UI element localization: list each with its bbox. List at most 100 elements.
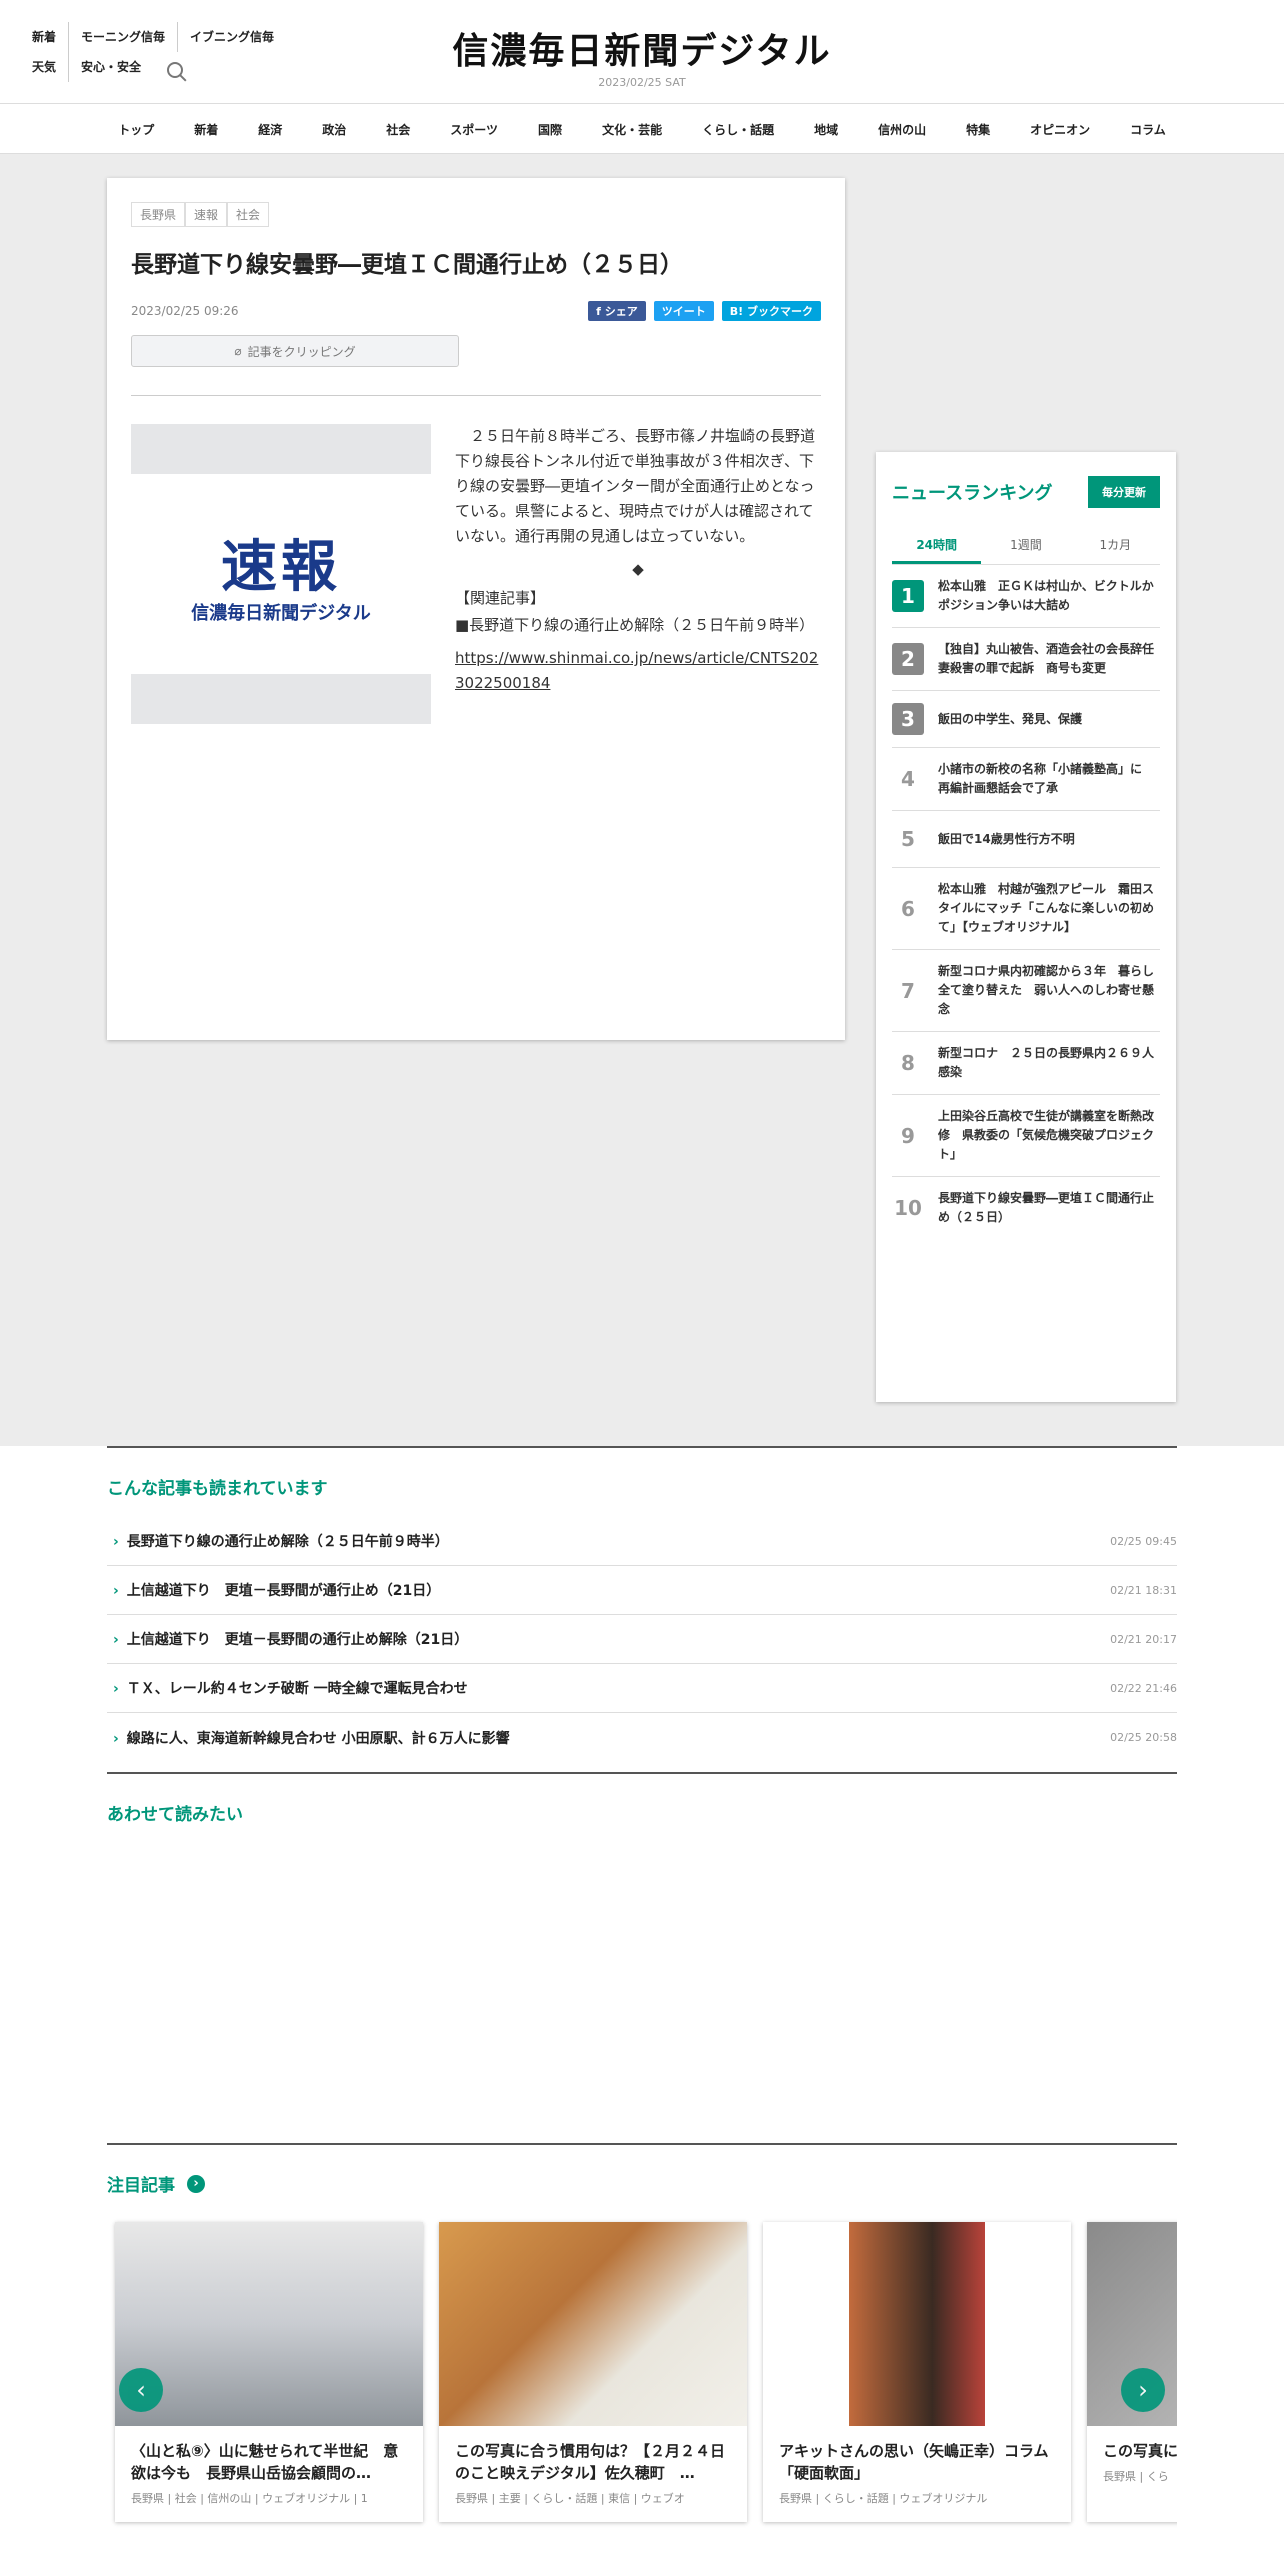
- carousel-prev-button[interactable]: ‹: [119, 2368, 163, 2412]
- chevron-right-icon[interactable]: ›: [187, 2174, 205, 2193]
- article: 長野県 速報 社会 長野道下り線安曇野―更埴ＩＣ間通行止め（２５日） 2023/…: [107, 178, 845, 1040]
- rank-number: 6: [901, 896, 915, 921]
- card-meta: 長野県 | くらし・話題 | ウェブオリジナル: [779, 2492, 988, 2505]
- article-date: 2023/02/25 09:26: [131, 304, 239, 318]
- article-meta: 2023/02/25 09:26 f シェア ツイート B! ブックマーク: [131, 301, 821, 321]
- rank-number: 4: [901, 767, 915, 791]
- rank-number: 10: [894, 1196, 922, 1220]
- article-text: ２５日午前８時半ごろ、長野市篠ノ井塩崎の長野道下り線長谷トンネル付近で単独事故が…: [455, 424, 821, 724]
- tag-breaking[interactable]: 速報: [185, 202, 228, 227]
- related-link[interactable]: https://www.shinmai.co.jp/news/article/C…: [455, 646, 821, 696]
- list-item[interactable]: 線路に人、東海道新幹線見合わせ 小田原駅、計６万人に影響 02/25 20:58: [107, 1713, 1177, 1762]
- tag-nagano[interactable]: 長野県: [131, 202, 186, 227]
- nav-opinion[interactable]: オピニオン: [1010, 121, 1110, 138]
- tab-1month[interactable]: 1カ月: [1071, 528, 1160, 564]
- tweet-button[interactable]: ツイート: [653, 301, 714, 321]
- rank-title: 新型コロナ県内初確認から３年 暮らし全て塗り替えた 弱い人へのしわ寄せ懸念: [938, 964, 1155, 1016]
- nav-top[interactable]: トップ: [98, 121, 174, 138]
- ranking-item[interactable]: 6 松本山雅 村越が強烈アピール 霜田スタイルにマッチ「こんなに楽しいの初めて」【…: [892, 868, 1160, 950]
- ranking-item[interactable]: 1 松本山雅 正ＧＫは村山か、ビクトルか ポジション争いは大詰め: [892, 565, 1166, 628]
- ranking-item[interactable]: 9 上田染谷丘高校で生徒が講義室を断熱改修 県教委の「気候危機突破プロジェクト」: [892, 1095, 1160, 1177]
- facebook-share-button[interactable]: f シェア: [588, 301, 646, 321]
- clipping-button[interactable]: ⌀ 記事をクリッピング: [131, 335, 459, 367]
- item-title: 長野道下り線の通行止め解除（２５日午前９時半）: [107, 1531, 449, 1551]
- main-nav: トップ 新着 経済 政治 社会 スポーツ 国際 文化・芸能 くらし・話題 地域 …: [0, 104, 1284, 154]
- site-logo[interactable]: 信濃毎日新聞デジタル 2023/02/25 SAT: [0, 22, 1284, 89]
- nav-features[interactable]: 特集: [946, 121, 1010, 138]
- featured-card[interactable]: アキットさんの思い（矢嶋正幸）コラム「硬面軟面」 長野県 | くらし・話題 | …: [763, 2222, 1071, 2522]
- news-ranking: ニュースランキング 毎分更新 24時間 1週間 1カ月 1 松本山雅 正ＧＫは村山…: [876, 452, 1176, 1402]
- nav-mountains[interactable]: 信州の山: [858, 121, 946, 138]
- tag-society[interactable]: 社会: [227, 202, 270, 227]
- card-title: アキットさんの思い（矢嶋正幸）コラム「硬面軟面」: [779, 2442, 1049, 2482]
- related-item[interactable]: ■長野道下り線の通行止め解除（２５日午前９時半）: [455, 613, 821, 638]
- section-divider: [107, 2143, 1177, 2145]
- paperclip-icon: ⌀: [234, 344, 242, 358]
- related-label: 【関連記事】: [455, 589, 546, 607]
- rank-title: 松本山雅 正ＧＫは村山か、ビクトルか ポジション争いは大詰め: [938, 579, 1166, 612]
- item-date: 02/25 20:58: [1110, 1731, 1177, 1744]
- card-meta: 長野県 | 社会 | 信州の山 | ウェブオリジナル | 1: [131, 2492, 368, 2505]
- readmore-list: 長野道下り線の通行止め解除（２５日午前９時半） 02/25 09:45 上信越道下…: [107, 1517, 1177, 1762]
- rank-number: 7: [901, 978, 915, 1003]
- item-date: 02/25 09:45: [1110, 1534, 1177, 1548]
- nav-region[interactable]: 地域: [794, 121, 858, 138]
- card-meta: 長野県 | くら: [1103, 2470, 1169, 2483]
- item-date: 02/21 18:31: [1110, 1583, 1177, 1597]
- rank-title: 【独自】丸山被告、酒造会社の会長辞任 妻殺害の罪で起訴 商号も変更: [938, 642, 1167, 675]
- item-date: 02/21 20:17: [1110, 1632, 1177, 1646]
- breaking-brand: 信濃毎日新聞デジタル: [191, 603, 371, 624]
- tab-1week[interactable]: 1週間: [981, 528, 1070, 564]
- list-item[interactable]: ＴＸ、レール約４センチ破断 一時全線で運転見合わせ 02/22 21:46: [107, 1664, 1177, 1713]
- breaking-label: 速報: [221, 535, 341, 600]
- nav-culture[interactable]: 文化・芸能: [582, 121, 682, 138]
- item-title: 上信越道下り 更埴－長野間が通行止め（21日）: [107, 1580, 440, 1600]
- ranking-item[interactable]: 5 飯田で14歳男性行方不明: [892, 811, 1160, 868]
- image-band-bottom: [131, 674, 431, 724]
- rank-title: 飯田で14歳男性行方不明: [938, 831, 1075, 846]
- nav-life[interactable]: くらし・話題: [682, 121, 794, 138]
- nav-economy[interactable]: 経済: [238, 121, 302, 138]
- nav-sports[interactable]: スポーツ: [430, 121, 518, 138]
- list-item[interactable]: 長野道下り線の通行止め解除（２５日午前９時半） 02/25 09:45: [107, 1517, 1177, 1566]
- hatena-bookmark-button[interactable]: B! ブックマーク: [721, 301, 821, 321]
- logo-text: 信濃毎日新聞デジタル: [452, 30, 832, 72]
- site-header: 新着 モーニング信毎 イブニング信毎 天気 安心・安全 信濃毎日新聞デジタル 2…: [0, 0, 1284, 104]
- nav-international[interactable]: 国際: [518, 121, 582, 138]
- breaking-news-graphic: 速報 信濃毎日新聞デジタル: [131, 522, 431, 625]
- ranking-item[interactable]: 4 小諸市の新校の名称「小諸義塾高」に 再編計画懇話会で了承: [892, 748, 1160, 811]
- featured-card[interactable]: 〈山と私⑨〉山に魅せられて半世紀 意欲は今も 長野県山岳協会顧問の… 長野県 |…: [115, 2222, 423, 2522]
- ranking-item[interactable]: 7 新型コロナ県内初確認から３年 暮らし全て塗り替えた 弱い人へのしわ寄せ懸念: [892, 950, 1160, 1032]
- diamond-separator: ◆: [632, 560, 644, 578]
- rank-title: 新型コロナ ２５日の長野県内２６９人感染: [938, 1046, 1155, 1079]
- rank-number: 3: [892, 703, 924, 735]
- ranking-update-badge: 毎分更新: [1088, 476, 1160, 508]
- section-divider: [107, 1772, 1177, 1774]
- rank-title: 上田染谷丘高校で生徒が講義室を断熱改修 県教委の「気候危機突破プロジェクト」: [938, 1109, 1155, 1161]
- divider: [131, 395, 821, 396]
- featured-card[interactable]: この写真に合う慣用句は？【２月２４日のこと映えデジタル】佐久穂町 … 長野県 |…: [439, 2222, 747, 2522]
- ranking-item[interactable]: 10 長野道下り線安曇野―更埴ＩＣ間通行止め（２５日）: [892, 1177, 1160, 1239]
- carousel-next-button[interactable]: ›: [1121, 2368, 1165, 2412]
- ranking-item[interactable]: 8 新型コロナ ２５日の長野県内２６９人感染: [892, 1032, 1160, 1095]
- list-item[interactable]: 上信越道下り 更埴－長野間が通行止め（21日） 02/21 18:31: [107, 1566, 1177, 1615]
- ranking-tabs: 24時間 1週間 1カ月: [892, 528, 1160, 565]
- ranking-item[interactable]: 2 【独自】丸山被告、酒造会社の会長辞任 妻殺害の罪で起訴 商号も変更: [892, 628, 1167, 691]
- article-tags: 長野県 速報 社会: [131, 202, 821, 227]
- item-title: 線路に人、東海道新幹線見合わせ 小田原駅、計６万人に影響: [107, 1728, 510, 1748]
- rank-number: 1: [892, 580, 924, 612]
- featured-carousel: 〈山と私⑨〉山に魅せられて半世紀 意欲は今も 長野県山岳協会顧問の… 長野県 |…: [107, 2214, 1177, 2530]
- ranking-item[interactable]: 3 飯田の中学生、発見、保護: [892, 691, 1160, 748]
- nav-column[interactable]: コラム: [1110, 121, 1186, 138]
- tab-24h[interactable]: 24時間: [892, 528, 982, 564]
- image-band-top: [131, 424, 431, 474]
- featured-title: 注目記事: [107, 2176, 175, 2196]
- awasete-content: [107, 1843, 1177, 2143]
- lower-sections: こんな記事も読まれています 長野道下り線の通行止め解除（２５日午前９時半） 02/…: [0, 1446, 1284, 2530]
- nav-new[interactable]: 新着: [174, 121, 238, 138]
- main-area: 長野県 速報 社会 長野道下り線安曇野―更埴ＩＣ間通行止め（２５日） 2023/…: [0, 154, 1284, 1446]
- nav-politics[interactable]: 政治: [302, 121, 366, 138]
- article-body: 速報 信濃毎日新聞デジタル ２５日午前８時半ごろ、長野市篠ノ井塩崎の長野道下り線…: [131, 424, 821, 724]
- list-item[interactable]: 上信越道下り 更埴－長野間の通行止め解除（21日） 02/21 20:17: [107, 1615, 1177, 1664]
- nav-society[interactable]: 社会: [366, 121, 430, 138]
